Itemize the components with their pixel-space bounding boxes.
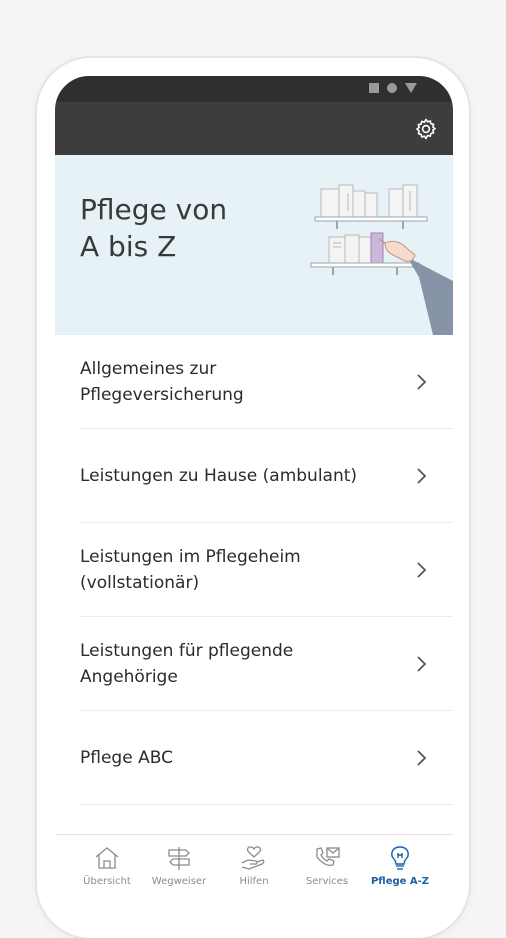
page-title: Pflege von A bis Z xyxy=(80,191,227,265)
nav-tab-services[interactable]: Services xyxy=(289,845,365,895)
nav-tab-label: Services xyxy=(305,876,349,887)
settings-button[interactable] xyxy=(413,116,439,142)
nav-tab-wegweiser[interactable]: Wegweiser xyxy=(141,845,217,895)
list-item-label: Leistungen im Pflegeheim (vollstationär) xyxy=(80,544,385,596)
list-item-label-line2: (vollstationär) xyxy=(80,572,200,593)
list-item-leistungen-zu-hause[interactable]: Leistungen zu Hause (ambulant) xyxy=(80,429,453,523)
list-item-label-line1: Allgemeines zur Pflegeversicherung xyxy=(80,358,244,405)
nav-tab-label: Hilfen xyxy=(239,876,269,887)
list-item-leistungen-angehoerige[interactable]: Leistungen für pflegende Angehörige xyxy=(80,617,453,711)
chevron-right-icon xyxy=(417,561,427,578)
chevron-right-icon xyxy=(417,749,427,766)
status-icons xyxy=(369,83,417,93)
nav-tab-label: Übersicht xyxy=(83,876,131,887)
hero-banner: Pflege von A bis Z xyxy=(55,155,453,335)
phone-mail-icon xyxy=(316,847,340,866)
page-title-line1: Pflege von xyxy=(80,193,228,226)
list-item-label: Allgemeines zur Pflegeversicherung xyxy=(80,356,385,408)
status-bar xyxy=(55,76,453,102)
list-item-allgemeines[interactable]: Allgemeines zur Pflegeversicherung xyxy=(80,335,453,429)
back-triangle-icon xyxy=(405,83,417,93)
page-title-line2: A bis Z xyxy=(80,230,177,263)
recents-icon xyxy=(369,83,379,93)
app-screen: Pflege von A bis Z Allgemeines zur Pfleg… xyxy=(55,76,453,916)
list-item-label-line2: Angehörige xyxy=(80,666,178,687)
home-circle-icon xyxy=(387,83,397,93)
nav-tab-label: Wegweiser xyxy=(151,876,207,887)
bottom-navigation: Übersicht Wegweiser Hilfen Services Pfle… xyxy=(55,834,453,916)
chevron-right-icon xyxy=(417,373,427,390)
topic-list: Allgemeines zur Pflegeversicherung Leist… xyxy=(55,335,453,805)
list-item-pflege-abc[interactable]: Pflege ABC xyxy=(80,711,453,805)
nav-tab-pflege-a-z[interactable]: Pflege A-Z xyxy=(362,845,438,895)
nav-tab-uebersicht[interactable]: Übersicht xyxy=(69,845,145,895)
app-bar xyxy=(55,102,453,155)
list-item-label-line1: Leistungen zu Hause (ambulant) xyxy=(80,465,358,486)
lightbulb-icon xyxy=(391,846,409,870)
home-icon xyxy=(95,847,119,869)
list-item-label: Pflege ABC xyxy=(80,745,385,771)
list-item-label: Leistungen für pflegende Angehörige xyxy=(80,638,385,690)
list-item-label: Leistungen zu Hause (ambulant) xyxy=(80,463,385,489)
gear-icon xyxy=(416,118,436,140)
chevron-right-icon xyxy=(417,655,427,672)
list-item-label-line1: Leistungen für pflegende xyxy=(80,640,294,661)
nav-tab-hilfen[interactable]: Hilfen xyxy=(216,845,292,895)
heart-hand-icon xyxy=(241,846,265,870)
bookshelf-illustration xyxy=(310,184,453,335)
list-item-label-line1: Pflege ABC xyxy=(80,747,173,768)
signpost-icon xyxy=(168,847,190,870)
list-item-leistungen-pflegeheim[interactable]: Leistungen im Pflegeheim (vollstationär) xyxy=(80,523,453,617)
list-item-label-line1: Leistungen im Pflegeheim xyxy=(80,546,301,567)
chevron-right-icon xyxy=(417,467,427,484)
nav-tab-label: Pflege A-Z xyxy=(370,876,430,887)
